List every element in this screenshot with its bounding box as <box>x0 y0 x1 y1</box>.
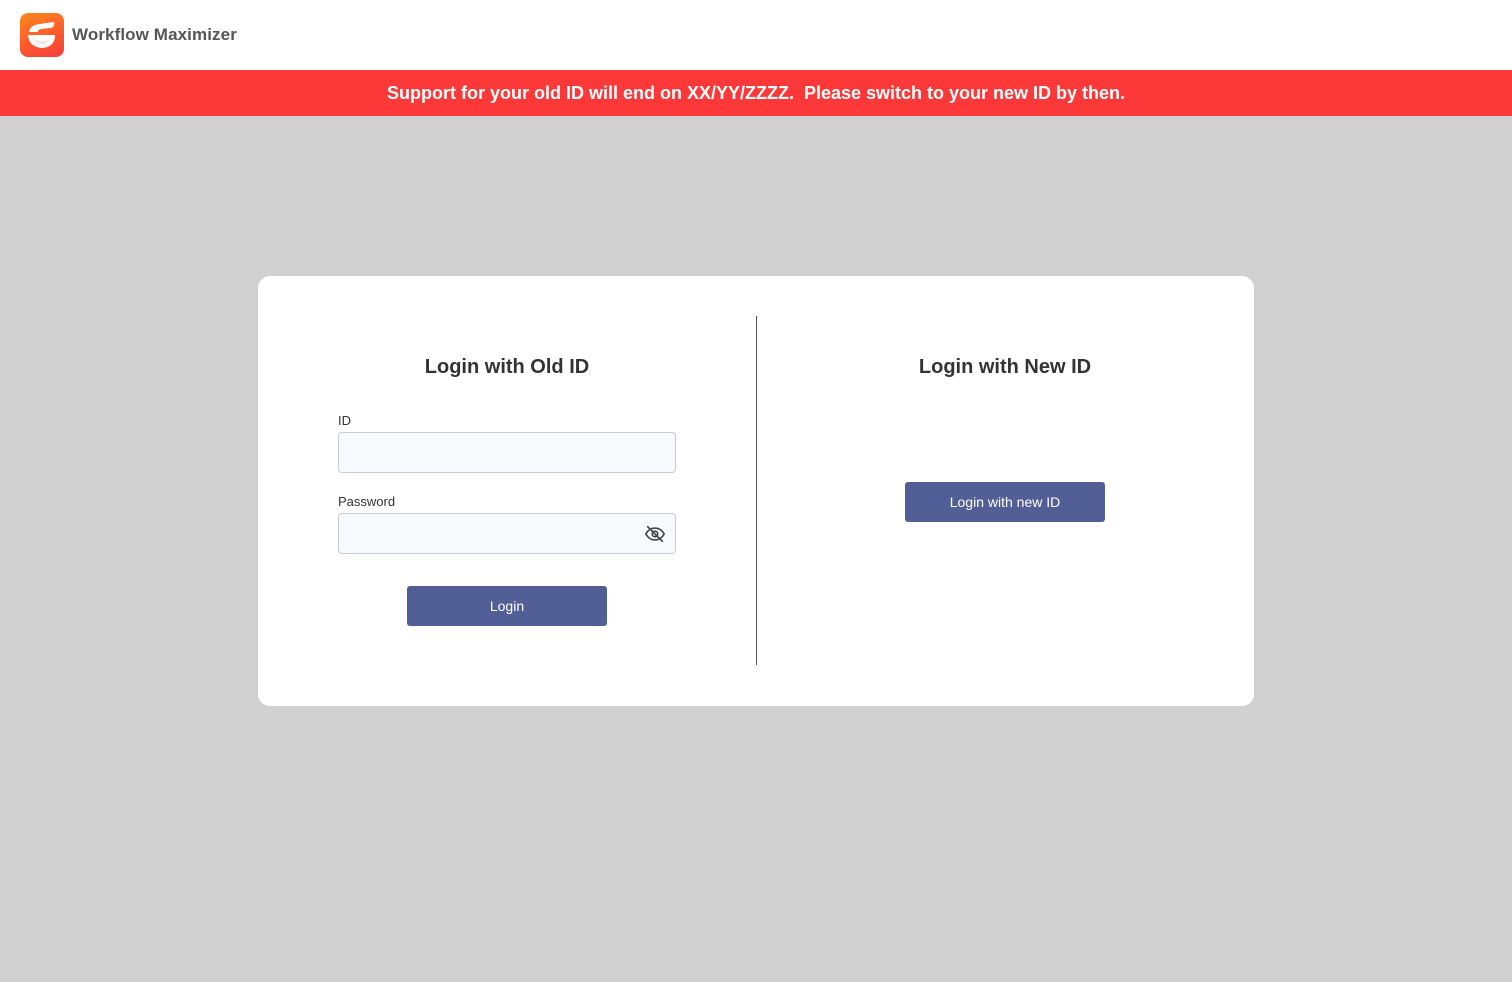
vertical-divider <box>756 316 757 665</box>
login-button[interactable]: Login <box>407 586 607 626</box>
top-bar: Workflow Maximizer <box>0 0 1512 70</box>
login-with-new-id-button[interactable]: Login with new ID <box>905 482 1105 522</box>
eye-off-icon[interactable] <box>643 522 667 546</box>
deprecation-banner: Support for your old ID will end on XX/Y… <box>0 70 1512 116</box>
login-card: Login with Old ID ID Password Login Logi… <box>258 276 1254 706</box>
app-name: Workflow Maximizer <box>72 25 237 44</box>
new-id-login-title: Login with New ID <box>918 356 1092 378</box>
id-field-label: ID <box>338 413 351 428</box>
id-input[interactable] <box>338 432 676 473</box>
password-input[interactable] <box>338 513 676 554</box>
old-id-login-title: Login with Old ID <box>424 356 590 378</box>
password-field-label: Password <box>338 494 396 509</box>
app-logo-icon[interactable] <box>20 13 64 57</box>
